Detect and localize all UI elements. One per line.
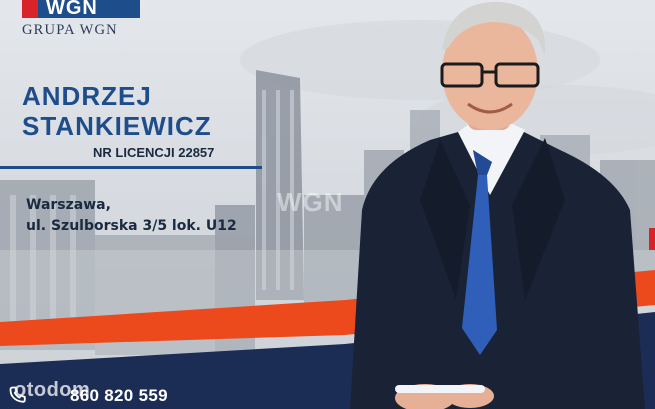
logo-brand: WGN xyxy=(46,0,98,19)
phone-icon xyxy=(9,386,26,403)
address-street: ul. Szulborska 3/5 lok. U12 xyxy=(26,218,237,234)
name-divider xyxy=(0,166,262,169)
agent-last-name: STANKIEWICZ xyxy=(22,111,212,141)
license-number: NR LICENCJI 22857 xyxy=(93,145,215,160)
address-city: Warszawa, xyxy=(26,197,111,213)
edge-tab xyxy=(649,228,655,250)
agent-first-name: ANDRZEJ xyxy=(22,81,152,111)
logo-mark: WGN xyxy=(22,0,140,19)
logo-red-block xyxy=(22,0,38,18)
wgn-logo[interactable]: WGN GRUPA WGN xyxy=(22,0,140,42)
wgn-watermark: WGN xyxy=(277,187,344,217)
logo-subtitle: GRUPA WGN xyxy=(22,22,118,38)
phone-number[interactable]: 860 820 559 xyxy=(70,386,168,406)
agent-banner: WGN GRUPA WGN ANDRZEJ STANKIEWICZ NR LIC… xyxy=(0,0,655,409)
